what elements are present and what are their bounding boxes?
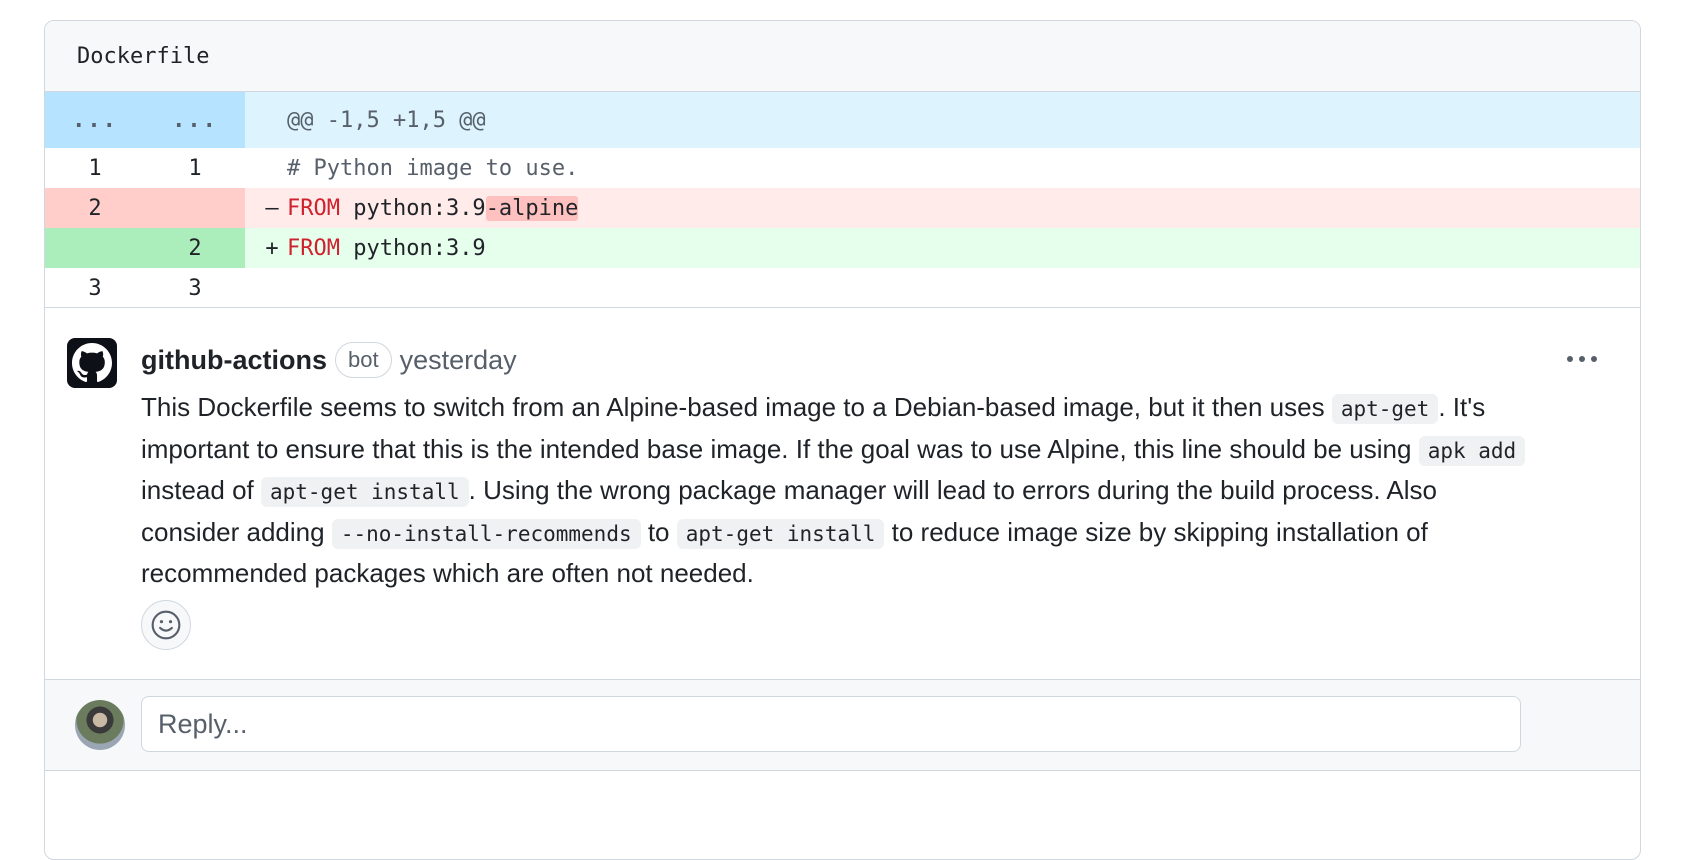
diff-line: 1 1 # Python image to use. (45, 148, 1640, 188)
kebab-horizontal-icon[interactable] (1562, 344, 1602, 374)
diff-marker: + (265, 235, 279, 261)
old-line-number[interactable]: 1 (45, 148, 145, 188)
hunk-expand-old[interactable]: ... (45, 92, 145, 148)
comment-text: This Dockerfile seems to switch from an … (141, 392, 1332, 422)
inline-code: apt-get install (676, 518, 885, 549)
github-mark-icon[interactable] (67, 338, 117, 388)
hunk-header-row: ... ... @@ -1,5 +1,5 @@ (45, 92, 1640, 148)
code-text: python:3.9 (339, 235, 486, 261)
diff-line-added: 2 + FROM python:3.9 (45, 228, 1640, 268)
file-name[interactable]: Dockerfile (77, 44, 209, 69)
review-thread-card: Dockerfile ... ... @@ -1,5 +1,5 @@ 1 1 #… (44, 20, 1641, 860)
smiley-icon (151, 610, 181, 640)
diff-line-deleted: 2 – FROM python:3.9-alpine (45, 188, 1640, 228)
comment-text: instead of (141, 475, 261, 505)
diff-table: ... ... @@ -1,5 +1,5 @@ 1 1 # Python ima… (45, 92, 1640, 308)
author-name[interactable]: github-actions (141, 345, 327, 376)
file-header: Dockerfile (45, 21, 1640, 92)
diff-code: # Python image to use. (287, 155, 579, 181)
comment-timestamp[interactable]: yesterday (400, 345, 517, 376)
diff-line: 3 3 (45, 268, 1640, 308)
old-line-number[interactable]: 2 (45, 188, 145, 228)
bot-badge: bot (334, 342, 392, 378)
review-comment: github-actions bot yesterday This Docker… (45, 307, 1640, 680)
inline-code: apt-get (1331, 394, 1439, 424)
new-line-number[interactable]: 2 (145, 228, 245, 268)
keyword: FROM (287, 195, 340, 221)
new-line-number[interactable]: 3 (145, 268, 245, 308)
add-reaction-button[interactable] (141, 600, 191, 650)
comment-body: This Dockerfile seems to switch from an … (141, 388, 1531, 594)
old-line-number[interactable] (45, 228, 145, 268)
hunk-header-text: @@ -1,5 +1,5 @@ (287, 107, 486, 133)
comment-text: to (640, 516, 677, 547)
code-text: python:3.9 (339, 195, 486, 221)
reply-input[interactable] (141, 696, 1521, 752)
diff-code: FROM python:3.9 (287, 236, 486, 261)
new-line-number[interactable]: 1 (145, 148, 245, 188)
deleted-highlight: -alpine (485, 195, 579, 221)
keyword: FROM (287, 235, 340, 261)
diff-code: FROM python:3.9-alpine (287, 195, 579, 221)
inline-code: apt-get install (260, 477, 469, 507)
old-line-number[interactable]: 3 (45, 268, 145, 308)
diff-marker: – (265, 195, 279, 221)
avatar[interactable] (75, 700, 125, 750)
inline-code: apk add (1418, 435, 1526, 466)
comment-header: github-actions bot yesterday (141, 338, 517, 382)
reply-area (45, 679, 1640, 771)
new-line-number[interactable] (145, 188, 245, 228)
inline-code: --no-install-recommends (331, 518, 641, 549)
hunk-expand-new[interactable]: ... (145, 92, 245, 148)
